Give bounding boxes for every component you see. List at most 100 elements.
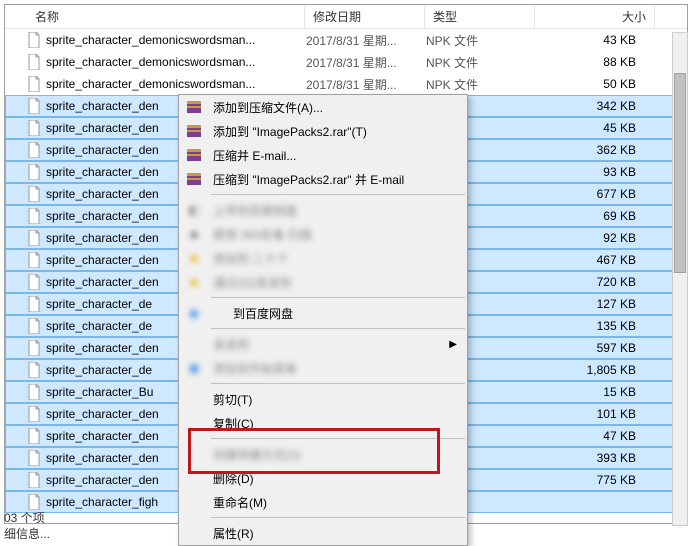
app-icon: ◧ (185, 201, 203, 219)
file-size: 92 KB (536, 231, 656, 245)
menu-separator (211, 383, 465, 384)
file-size: 1,805 KB (536, 363, 656, 377)
menu-cut[interactable]: 剪切(T) (179, 387, 467, 411)
file-size: 93 KB (536, 165, 656, 179)
file-icon (26, 142, 42, 158)
file-size: 775 KB (536, 473, 656, 487)
file-icon (26, 164, 42, 180)
menu-separator (211, 194, 465, 195)
file-size: 467 KB (536, 253, 656, 267)
col-name[interactable]: 名称 (5, 5, 305, 28)
vertical-scrollbar[interactable] (672, 32, 688, 526)
status-count: 03 个项 (4, 511, 45, 525)
col-date[interactable]: 修改日期 (305, 5, 425, 28)
file-size: 50 KB (536, 77, 656, 91)
file-type: NPK 文件 (426, 76, 536, 93)
file-icon (26, 54, 42, 70)
menu-separator (211, 328, 465, 329)
menu-label: 添加到压缩文件(A)... (213, 99, 323, 116)
menu-rename[interactable]: 重命名(M) (179, 490, 467, 514)
col-size[interactable]: 大小 (535, 5, 655, 28)
file-icon (26, 208, 42, 224)
menu-separator (211, 297, 465, 298)
menu-blurred-item[interactable]: ◆ 通过QQ发送到 (179, 270, 467, 294)
scrollbar-thumb[interactable] (674, 73, 686, 273)
file-icon (26, 186, 42, 202)
file-icon (26, 274, 42, 290)
menu-delete[interactable]: 删除(D) (179, 466, 467, 490)
table-row[interactable]: sprite_character_demonicswordsman...2017… (5, 51, 687, 73)
menu-label: 上传到百度网盘 (213, 202, 297, 219)
menu-separator (211, 438, 465, 439)
menu-label: 复制(C) (213, 415, 254, 432)
menu-label: 属性(R) (213, 525, 254, 542)
table-row[interactable]: sprite_character_demonicswordsman...2017… (5, 73, 687, 95)
file-icon (26, 318, 42, 334)
file-icon (26, 32, 42, 48)
menu-label: 到百度网盘 (213, 305, 293, 322)
file-size: 393 KB (536, 451, 656, 465)
file-icon (26, 120, 42, 136)
file-size: 342 KB (536, 99, 656, 113)
file-size: 15 KB (536, 385, 656, 399)
menu-label: 通过QQ发送到 (213, 274, 292, 291)
menu-label: 使用 360杀毒 扫描 (213, 226, 312, 243)
file-size: 362 KB (536, 143, 656, 157)
file-name: sprite_character_demonicswordsman... (46, 55, 306, 69)
file-size: 127 KB (536, 297, 656, 311)
menu-label: 压缩并 E-mail... (213, 147, 296, 164)
rar-icon (185, 170, 203, 188)
menu-blurred-item[interactable]: ◆ 添加到 二十个 (179, 246, 467, 270)
file-icon (26, 340, 42, 356)
file-icon (26, 406, 42, 422)
file-icon (26, 494, 42, 510)
menu-compress-to-email[interactable]: 压缩到 "ImagePacks2.rar" 并 E-mail (179, 167, 467, 191)
rar-icon (185, 98, 203, 116)
file-icon (26, 252, 42, 268)
menu-compress-email[interactable]: 压缩并 E-mail... (179, 143, 467, 167)
rar-icon (185, 146, 203, 164)
submenu-arrow-icon: ▶ (449, 339, 457, 350)
file-icon (26, 230, 42, 246)
app-icon: ▣ (185, 359, 203, 377)
rar-icon (185, 122, 203, 140)
status-details: 细信息... (4, 527, 50, 541)
menu-label: 重命名(M) (213, 494, 267, 511)
app-icon: ◆ (185, 225, 203, 243)
menu-copy[interactable]: 复制(C) (179, 411, 467, 435)
menu-add-archive[interactable]: 添加到压缩文件(A)... (179, 95, 467, 119)
app-icon: ◆ (185, 249, 203, 267)
file-size: 135 KB (536, 319, 656, 333)
app-icon: ◆ (185, 273, 203, 291)
menu-blurred-item[interactable]: ◆ 使用 360杀毒 扫描 (179, 222, 467, 246)
file-type: NPK 文件 (426, 32, 536, 49)
menu-properties[interactable]: 属性(R) (179, 521, 467, 545)
file-icon (26, 76, 42, 92)
menu-create-shortcut[interactable]: 创建快捷方式(S) (179, 442, 467, 466)
menu-baidu[interactable]: ◉ 到百度网盘 (179, 301, 467, 325)
file-icon (26, 450, 42, 466)
menu-label: 删除(D) (213, 470, 254, 487)
menu-label: 压缩到 "ImagePacks2.rar" 并 E-mail (213, 171, 404, 188)
file-icon (26, 428, 42, 444)
file-icon (26, 296, 42, 312)
file-size: 88 KB (536, 55, 656, 69)
menu-add-to[interactable]: 添加到 "ImagePacks2.rar"(T) (179, 119, 467, 143)
file-size: 101 KB (536, 407, 656, 421)
menu-sendto[interactable]: 发送到 ▶ (179, 332, 467, 356)
file-type: NPK 文件 (426, 54, 536, 71)
table-row[interactable]: sprite_character_demonicswordsman...2017… (5, 29, 687, 51)
file-name: sprite_character_demonicswordsman... (46, 33, 306, 47)
file-size: 43 KB (536, 33, 656, 47)
menu-label: 创建快捷方式(S) (213, 446, 301, 463)
menu-label: 添加到 "ImagePacks2.rar"(T) (213, 123, 367, 140)
baidu-icon: ◉ (185, 304, 203, 322)
file-size: 720 KB (536, 275, 656, 289)
col-type[interactable]: 类型 (425, 5, 535, 28)
file-date: 2017/8/31 星期... (306, 54, 426, 71)
file-size: 47 KB (536, 429, 656, 443)
menu-blurred-item[interactable]: ◧ 上传到百度网盘 (179, 198, 467, 222)
file-size: 597 KB (536, 341, 656, 355)
file-icon (26, 384, 42, 400)
menu-blurred-item[interactable]: ▣ 添加到开始菜单 (179, 356, 467, 380)
